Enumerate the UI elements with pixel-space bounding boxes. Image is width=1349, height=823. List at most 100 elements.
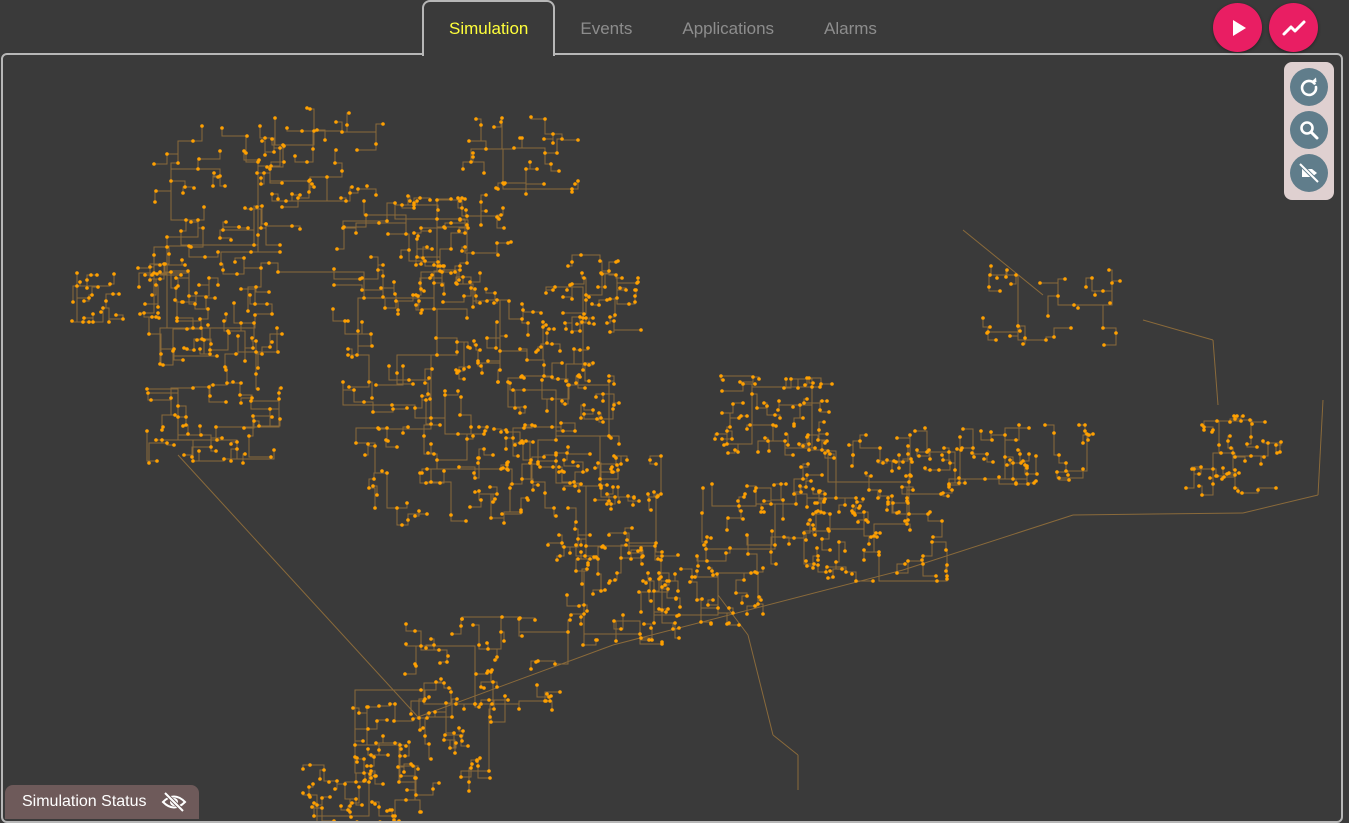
bus-node: [568, 551, 572, 555]
bus-node: [607, 533, 611, 537]
bus-node: [495, 320, 499, 324]
bus-node: [695, 569, 699, 573]
bus-node: [442, 738, 446, 742]
bus-node: [369, 332, 373, 336]
bus-node: [837, 510, 841, 514]
bus-node: [332, 267, 336, 271]
bus-node: [467, 365, 471, 369]
bus-node: [741, 382, 745, 386]
network-nodes[interactable]: [70, 106, 1283, 821]
bus-node: [409, 712, 413, 716]
bus-node: [273, 116, 277, 120]
bus-node: [917, 454, 921, 458]
tab-applications[interactable]: Applications: [657, 2, 799, 56]
bus-node: [145, 429, 149, 433]
simulation-status-label: Simulation Status: [22, 793, 147, 810]
bus-node: [476, 461, 480, 465]
bus-node: [399, 255, 403, 259]
bus-node: [528, 160, 532, 164]
bus-node: [479, 223, 483, 227]
tab-simulation[interactable]: Simulation: [422, 0, 556, 56]
bus-node: [864, 433, 868, 437]
bus-node: [804, 538, 808, 542]
bus-node: [457, 229, 461, 233]
bus-node: [558, 690, 562, 694]
bus-node: [855, 500, 859, 504]
bus-node: [915, 448, 919, 452]
bus-node: [709, 622, 713, 626]
bus-node: [333, 787, 337, 791]
search-button[interactable]: [1290, 111, 1328, 149]
bus-node: [381, 122, 385, 126]
tab-events[interactable]: Events: [555, 2, 657, 56]
bus-node: [1101, 326, 1105, 330]
bus-node: [218, 149, 222, 153]
bus-node: [934, 574, 938, 578]
bus-node: [362, 757, 366, 761]
bus-node: [945, 563, 949, 567]
bus-node: [615, 463, 619, 467]
bus-node: [423, 734, 427, 738]
bus-node: [256, 233, 260, 237]
bus-node: [562, 458, 566, 462]
bus-node: [147, 461, 151, 465]
bus-node: [632, 496, 636, 500]
bus-node: [854, 496, 858, 500]
bus-node: [376, 426, 380, 430]
tab-alarms[interactable]: Alarms: [799, 2, 902, 56]
bus-node: [432, 643, 436, 647]
bus-node: [851, 504, 855, 508]
bus-node: [419, 644, 423, 648]
bus-node: [176, 415, 180, 419]
bus-node: [491, 453, 495, 457]
hide-labels-button[interactable]: [1290, 154, 1328, 192]
bus-node: [760, 506, 764, 510]
bus-node: [900, 485, 904, 489]
bus-node: [907, 480, 911, 484]
bus-node: [550, 375, 554, 379]
refresh-button[interactable]: [1290, 68, 1328, 106]
bus-node: [989, 430, 993, 434]
bus-node: [541, 325, 545, 329]
bus-node: [374, 383, 378, 387]
bus-node: [942, 446, 946, 450]
bus-node: [438, 481, 442, 485]
network-topology-graph[interactable]: [3, 55, 1341, 821]
bus-node: [557, 533, 561, 537]
bus-node: [963, 481, 967, 485]
bus-node: [450, 715, 454, 719]
bus-node: [850, 464, 854, 468]
bus-node: [728, 546, 732, 550]
bus-node: [474, 117, 478, 121]
plot-button[interactable]: [1269, 3, 1318, 52]
bus-node: [941, 491, 945, 495]
bus-node: [542, 374, 546, 378]
bus-node: [463, 245, 467, 249]
bus-node: [185, 327, 189, 331]
bus-node: [988, 273, 992, 277]
bus-node: [1052, 335, 1056, 339]
bus-node: [434, 680, 438, 684]
bus-node: [257, 158, 261, 162]
bus-node: [570, 297, 574, 301]
bus-node: [442, 681, 446, 685]
bus-node: [647, 498, 651, 502]
bus-node: [406, 194, 410, 198]
bus-node: [449, 690, 453, 694]
bus-node: [613, 578, 617, 582]
bus-node: [340, 169, 344, 173]
bus-node: [531, 488, 535, 492]
bus-node: [184, 218, 188, 222]
bus-node: [811, 523, 815, 527]
simulation-status-toggle[interactable]: Simulation Status: [5, 785, 199, 819]
bus-node: [1046, 314, 1050, 318]
bus-node: [940, 453, 944, 457]
bus-node: [425, 245, 429, 249]
bus-node: [348, 804, 352, 808]
bus-node: [234, 352, 238, 356]
bus-node: [903, 519, 907, 523]
bus-node: [576, 179, 580, 183]
bus-node: [148, 265, 152, 269]
bus-node: [818, 408, 822, 412]
start-simulation-button[interactable]: [1213, 3, 1262, 52]
